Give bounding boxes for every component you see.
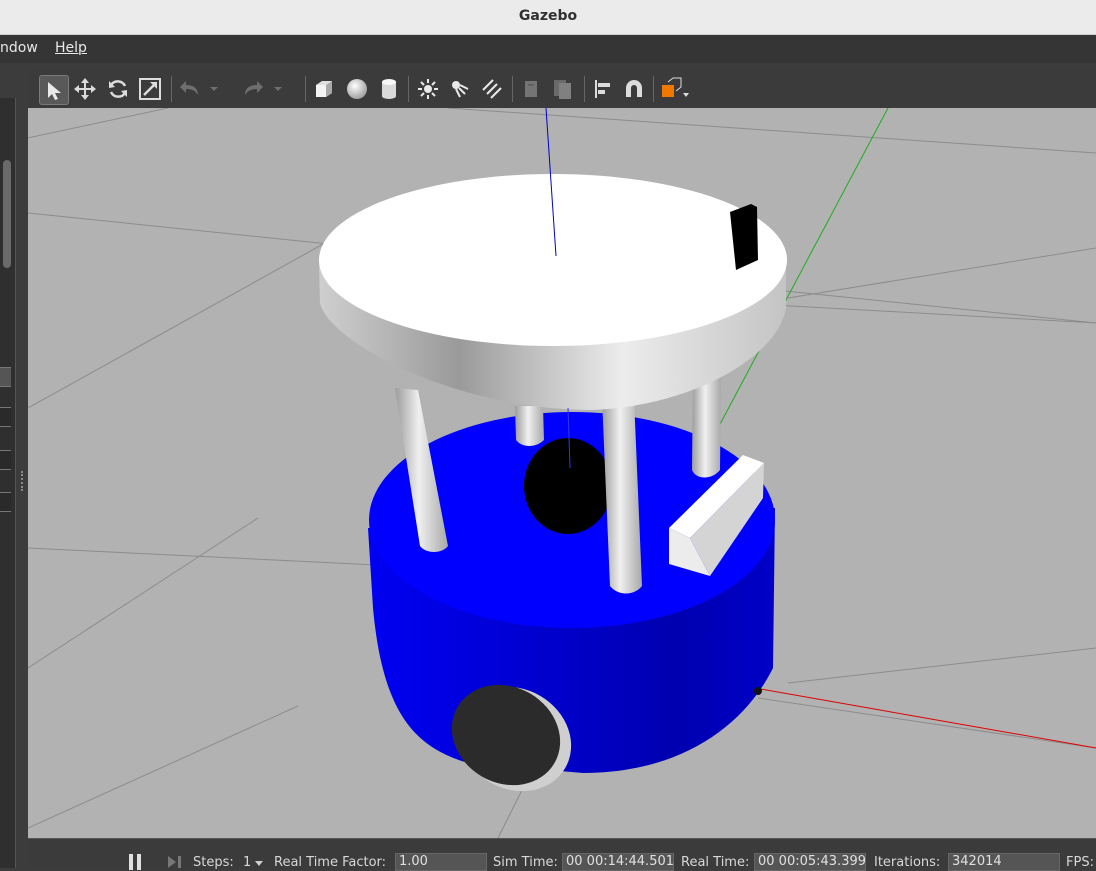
left-panel-scrollbar[interactable]: [3, 160, 11, 268]
box-icon: [316, 81, 332, 97]
left-panel-row[interactable]: [0, 367, 11, 387]
paste-icon: [554, 80, 571, 99]
directional-light-button[interactable]: [478, 75, 506, 103]
x-axis-line: [754, 687, 1096, 749]
directional-light-icon: [482, 79, 502, 99]
sphere-icon: [347, 79, 367, 99]
left-panel-row[interactable]: [0, 492, 11, 512]
align-button[interactable]: [589, 75, 617, 103]
toolbar-separator: [512, 76, 513, 102]
view-angle-cube-icon: [662, 77, 689, 97]
select-mode-button[interactable]: [39, 75, 69, 105]
redo-history-button[interactable]: [270, 75, 286, 103]
base-inner-cylinder: [524, 438, 612, 534]
3d-viewport[interactable]: [28, 108, 1096, 838]
sim-time-field: 00 00:14:44.501: [562, 853, 674, 871]
rtf-field: 1.00: [395, 853, 487, 871]
snap-button[interactable]: [620, 75, 648, 103]
caster-wheel: [754, 687, 762, 695]
toolbar-separator: [171, 76, 172, 102]
cylinder-icon: [382, 79, 396, 99]
toolbar-separator: [408, 76, 409, 102]
toolbar: [28, 70, 1096, 109]
left-panel: [0, 63, 28, 868]
real-time-field: 00 00:05:43.399: [754, 853, 866, 871]
copy-icon: [525, 81, 537, 97]
point-light-button[interactable]: [414, 75, 442, 103]
paste-button[interactable]: [549, 75, 577, 103]
panel-splitter-handle[interactable]: [21, 471, 26, 491]
dropdown-arrow-icon: [210, 87, 218, 91]
dropdown-arrow-icon: [274, 87, 282, 91]
box-shape-button[interactable]: [310, 75, 338, 103]
scene[interactable]: [28, 108, 1096, 838]
menu-bar: ndow Help: [0, 35, 1096, 63]
view-angle-button[interactable]: [658, 75, 692, 103]
align-icon: [595, 80, 610, 98]
scale-icon: [139, 78, 161, 100]
menu-help[interactable]: Help: [55, 40, 87, 56]
arrow-cursor-icon: [48, 82, 61, 100]
point-light-icon: [418, 79, 438, 99]
redo-button[interactable]: [239, 75, 267, 103]
spot-light-icon: [452, 81, 469, 98]
rotate-icon: [109, 80, 127, 98]
translate-mode-button[interactable]: [71, 75, 99, 103]
toolbar-separator: [653, 76, 654, 102]
menu-window[interactable]: ndow: [0, 40, 38, 56]
magnet-icon: [626, 80, 642, 97]
undo-icon: [180, 81, 198, 95]
move-arrows-icon: [74, 78, 96, 100]
rotate-mode-button[interactable]: [104, 75, 132, 103]
redo-icon: [245, 81, 263, 95]
title-bar: Gazebo: [0, 0, 1096, 35]
copy-button[interactable]: [517, 75, 545, 103]
cylinder-shape-button[interactable]: [375, 75, 403, 103]
sphere-shape-button[interactable]: [343, 75, 371, 103]
spot-light-button[interactable]: [446, 75, 474, 103]
undo-history-button[interactable]: [206, 75, 222, 103]
window-title: Gazebo: [518, 8, 578, 24]
scale-mode-button[interactable]: [136, 75, 164, 103]
undo-button[interactable]: [176, 75, 204, 103]
toolbar-separator: [305, 76, 306, 102]
toolbar-separator: [584, 76, 585, 102]
iterations-field: 342014: [948, 853, 1060, 871]
left-panel-strip: [0, 98, 16, 868]
left-panel-row[interactable]: [0, 407, 11, 427]
chevron-down-icon[interactable]: [255, 861, 263, 867]
status-bar: Steps: 1 Real Time Factor: 1.00 Sim Time…: [28, 838, 1096, 871]
left-panel-row[interactable]: [0, 450, 11, 470]
